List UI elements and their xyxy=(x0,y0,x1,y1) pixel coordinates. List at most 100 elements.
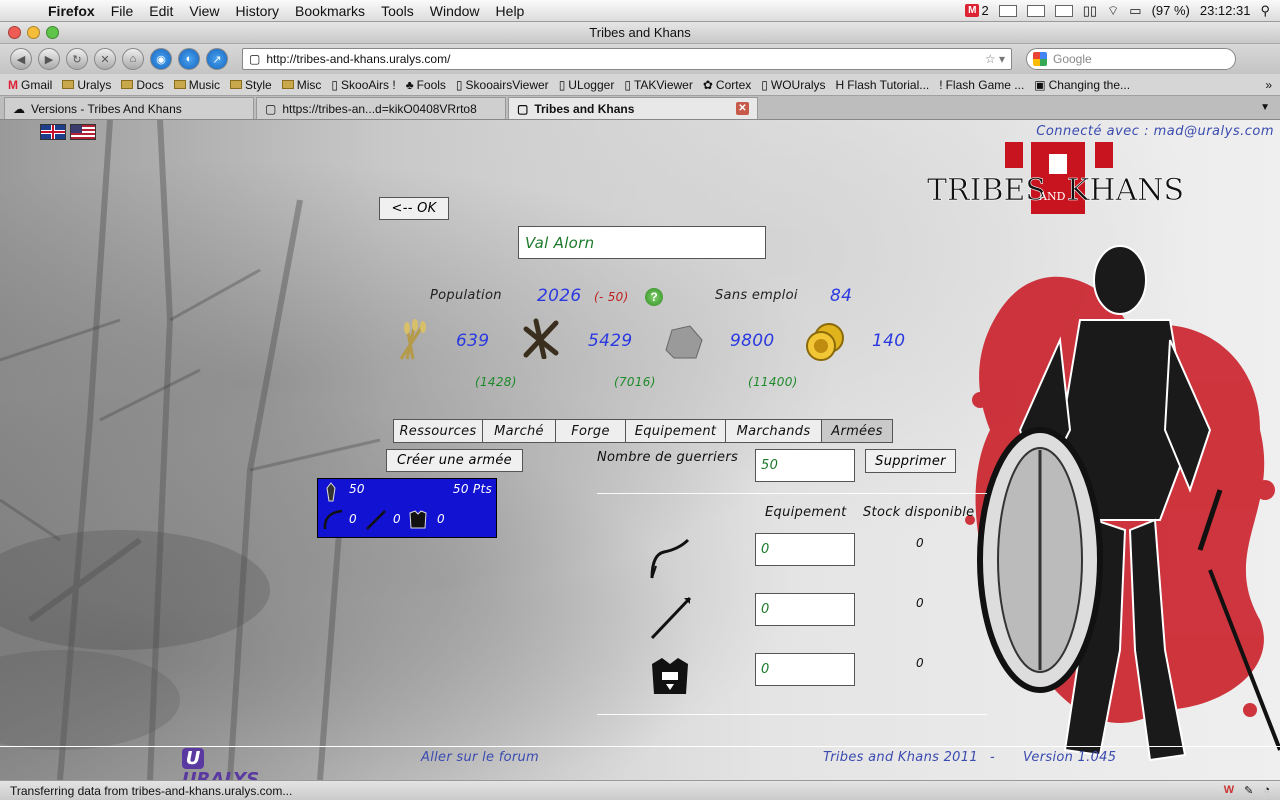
addon-clock-icon[interactable]: ◔ xyxy=(1263,784,1270,797)
bookmark-label: Music xyxy=(188,77,221,92)
search-placeholder[interactable]: Google xyxy=(1053,52,1092,66)
back-icon[interactable]: ◀ xyxy=(10,48,32,70)
stone-icon xyxy=(665,325,703,359)
reload-icon[interactable]: ↻ xyxy=(66,48,88,70)
bookmark-skooairs[interactable]: ▯ SkooAirs ! xyxy=(331,78,395,92)
minimize-window-button[interactable] xyxy=(27,26,40,39)
bookmark-folder-style[interactable]: Style xyxy=(230,78,272,92)
tab-strip: ☁ Versions - Tribes And Khans ▢ https://tr… xyxy=(0,96,1280,120)
mail-icon[interactable] xyxy=(1026,4,1045,17)
tab-armees[interactable]: Armées xyxy=(821,419,893,443)
uk-flag-icon[interactable] xyxy=(40,124,66,140)
gmail-notifier[interactable]: M2 xyxy=(965,3,989,18)
bookmark-label: Flash Tutorial... xyxy=(847,77,930,92)
page-icon: ▯ xyxy=(331,77,339,92)
create-army-button[interactable]: Créer une armée xyxy=(386,449,523,472)
delete-army-button[interactable]: Supprimer xyxy=(865,449,956,473)
warriors-field[interactable]: 50 xyxy=(755,449,855,482)
bookmark-cortex[interactable]: ✿ Cortex xyxy=(703,78,751,92)
addon-w-icon[interactable]: W xyxy=(1224,784,1234,797)
wood-capacity: (7016) xyxy=(614,375,656,389)
army-spears: 0 xyxy=(393,512,401,526)
google-icon[interactable] xyxy=(1033,52,1047,66)
language-flags xyxy=(40,124,96,140)
search-bar[interactable]: Google xyxy=(1026,48,1236,70)
column-equipment: Equipement xyxy=(765,505,847,520)
menu-bookmarks[interactable]: Bookmarks xyxy=(287,3,373,19)
share-icon[interactable]: ↗ xyxy=(206,48,228,70)
clock[interactable]: 23:12:31 xyxy=(1200,3,1251,18)
uralys-text: URALYS xyxy=(182,769,260,780)
close-window-button[interactable] xyxy=(8,26,21,39)
bookmark-folder-uralys[interactable]: Uralys xyxy=(62,78,111,92)
page-icon: ▯ xyxy=(558,77,566,92)
bow-quantity-field[interactable]: 0 xyxy=(755,533,855,566)
status-bar: Transferring data from tribes-and-khans.… xyxy=(0,780,1280,800)
bookmarks-overflow-icon[interactable]: » xyxy=(1265,78,1280,92)
menu-tools[interactable]: Tools xyxy=(373,3,422,19)
us-flag-icon[interactable] xyxy=(70,124,96,140)
window-titlebar: Tribes and Khans xyxy=(0,22,1280,44)
bookmark-folder-docs[interactable]: Docs xyxy=(121,78,164,92)
menu-history[interactable]: History xyxy=(227,3,287,19)
army-card[interactable]: 50 50 Pts 0 0 0 xyxy=(317,478,497,538)
battery-icon[interactable]: ▭ xyxy=(1129,3,1141,19)
city-name-field[interactable]: Val Alorn xyxy=(518,226,766,259)
bookmark-changing[interactable]: ▣ Changing the... xyxy=(1034,78,1130,92)
menu-app-name[interactable]: Firefox xyxy=(40,3,103,19)
wifi-icon[interactable]: ⌔ xyxy=(1107,3,1119,19)
bookmark-skooairsviewer[interactable]: ▯ SkooairsViewer xyxy=(456,78,549,92)
addon-tool-icon[interactable]: ✎ xyxy=(1244,784,1253,797)
column-stock: Stock disponible xyxy=(863,505,975,520)
bookmark-fools[interactable]: ♣ Fools xyxy=(406,78,446,92)
sync-icon[interactable] xyxy=(1054,4,1073,17)
menu-help[interactable]: Help xyxy=(488,3,533,19)
tab-https[interactable]: ▢ https://tribes-an...d=kikO0408VRrto8 xyxy=(256,97,506,119)
bookmark-folder-music[interactable]: Music xyxy=(173,77,221,92)
tab-tribes-and-khans[interactable]: ▢ Tribes and Khans ✕ xyxy=(508,97,758,119)
bookmark-ulogger[interactable]: ▯ ULogger xyxy=(559,78,615,92)
tab-list-icon[interactable]: ▼ xyxy=(1260,102,1280,113)
tab-marchands[interactable]: Marchands xyxy=(725,419,822,443)
bookmark-star-icon[interactable]: ☆ ▾ xyxy=(985,52,1011,66)
sync-addon-icon[interactable]: ◐ xyxy=(178,48,200,70)
tab-versions[interactable]: ☁ Versions - Tribes And Khans xyxy=(4,97,254,119)
forward-icon[interactable]: ▶ xyxy=(38,48,60,70)
divider xyxy=(597,493,987,494)
bookmark-folder-misc[interactable]: Misc xyxy=(281,77,322,92)
home-icon[interactable]: ⌂ xyxy=(122,48,144,70)
bookmark-takviewer[interactable]: ▯ TAKViewer xyxy=(624,78,693,92)
menu-view[interactable]: View xyxy=(181,3,227,19)
armor-quantity-field[interactable]: 0 xyxy=(755,653,855,686)
uralys-logo[interactable]: UURALYS xyxy=(182,748,282,780)
stop-icon[interactable]: ✕ xyxy=(94,48,116,70)
tab-forge[interactable]: Forge xyxy=(555,419,626,443)
close-tab-icon[interactable]: ✕ xyxy=(736,102,749,115)
addon-icon[interactable]: ◉ xyxy=(150,48,172,70)
menu-window[interactable]: Window xyxy=(422,3,488,19)
bookmark-label: Misc xyxy=(296,77,322,92)
tab-label: Versions - Tribes And Khans xyxy=(31,101,182,116)
page-icon: ▯ xyxy=(761,77,768,92)
zoom-window-button[interactable] xyxy=(46,26,59,39)
help-icon[interactable]: ? xyxy=(645,288,663,306)
url-text[interactable]: http://tribes-and-khans.uralys.com/ xyxy=(266,52,450,66)
bookmark-gmail[interactable]: M Gmail xyxy=(8,78,52,92)
forum-link[interactable]: Aller sur le forum xyxy=(421,750,539,765)
population-delta: (- 50) xyxy=(594,290,629,304)
tab-equipement[interactable]: Equipement xyxy=(625,419,726,443)
spotlight-icon[interactable]: ⚲ xyxy=(1260,3,1270,19)
menu-file[interactable]: File xyxy=(103,3,142,19)
bookmark-flash-tutorial[interactable]: H Flash Tutorial... xyxy=(836,78,930,92)
tab-marche[interactable]: Marché xyxy=(482,419,556,443)
spear-quantity-field[interactable]: 0 xyxy=(755,593,855,626)
menu-edit[interactable]: Edit xyxy=(141,3,181,19)
bookmark-wouralys[interactable]: ▯ WOUralys xyxy=(761,78,825,92)
tab-ressources[interactable]: Ressources xyxy=(393,419,483,443)
bookmark-flash-game[interactable]: ! Flash Game ... xyxy=(939,78,1024,92)
mail-icon[interactable] xyxy=(998,4,1017,17)
connected-as[interactable]: Connecté avec : mad@uralys.com xyxy=(1036,124,1274,139)
bluetooth-icon[interactable]: ▯▯ xyxy=(1083,3,1097,19)
back-ok-button[interactable]: <-- OK xyxy=(379,197,449,220)
url-bar[interactable]: ▢ http://tribes-and-khans.uralys.com/ ☆ … xyxy=(242,48,1012,70)
